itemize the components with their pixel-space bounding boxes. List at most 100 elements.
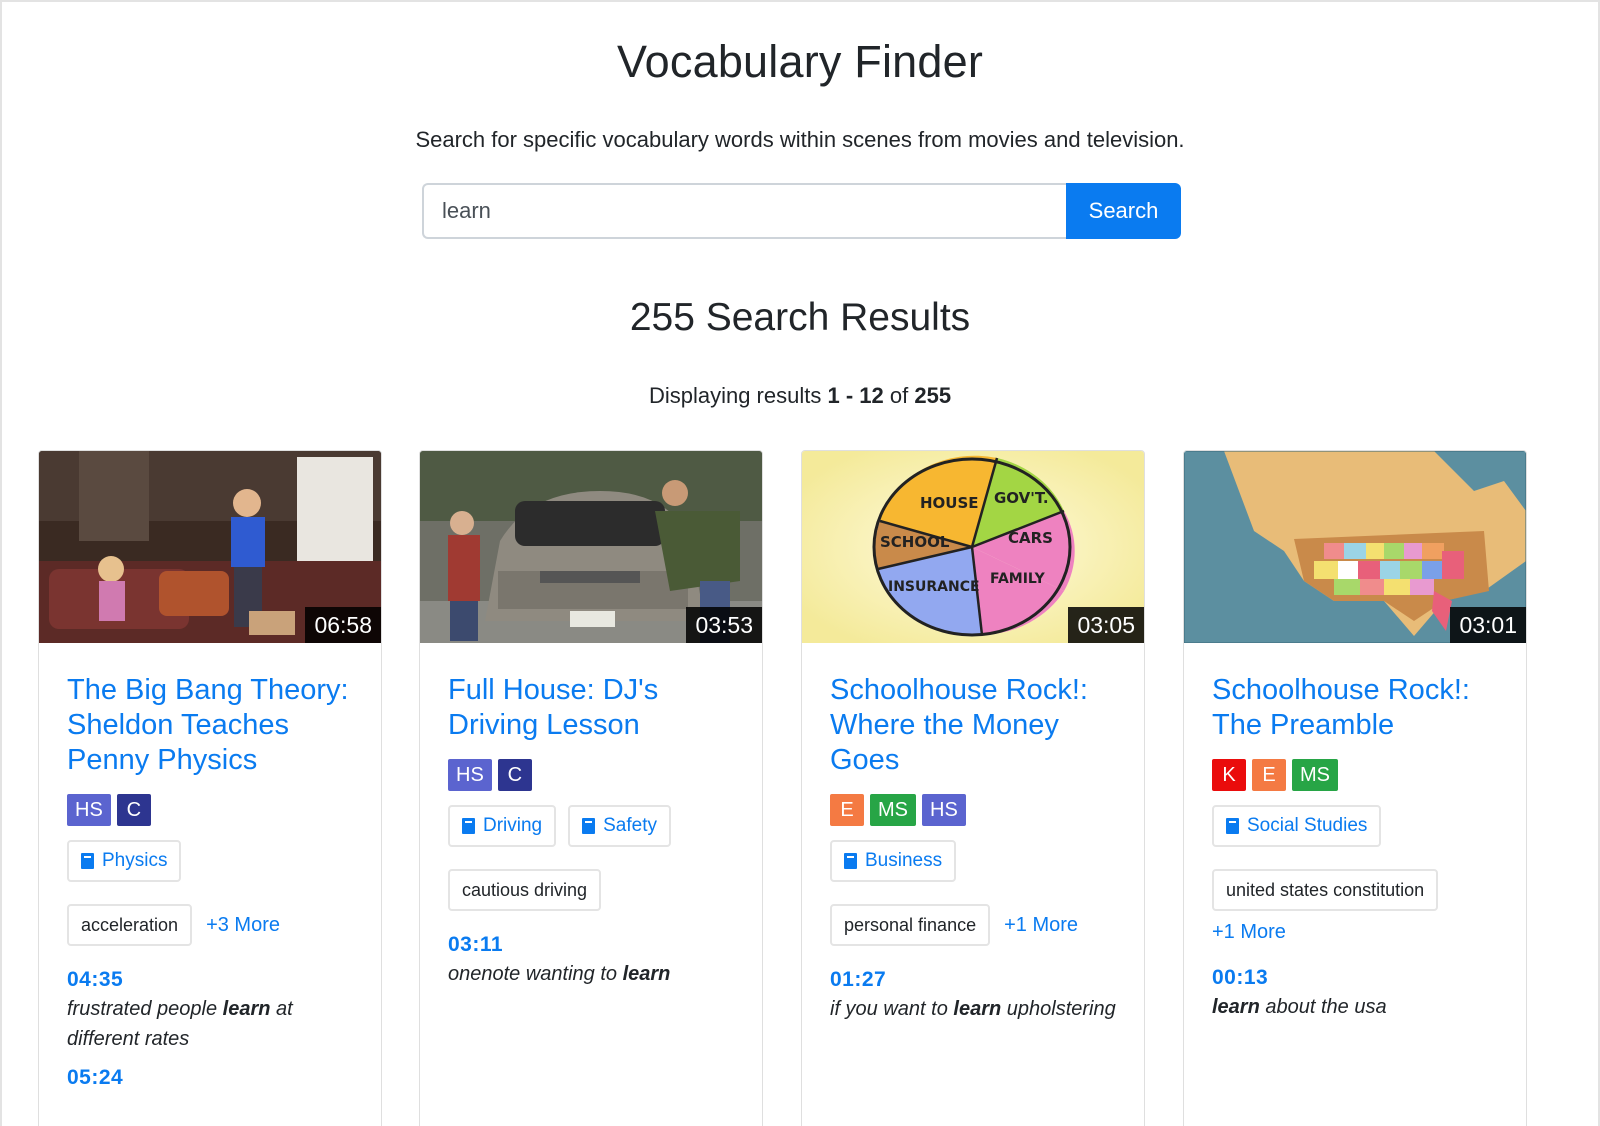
subject-label: Business — [865, 850, 943, 871]
book-icon — [462, 818, 475, 834]
level-badge-c: C — [116, 794, 151, 826]
subject-label: Driving — [483, 815, 543, 836]
level-badge-e: E — [1252, 759, 1286, 791]
pie-label: GOV'T. — [994, 489, 1049, 507]
video-duration: 03:01 — [1450, 607, 1526, 643]
results-range-start-end: 1 - 12 — [827, 383, 884, 408]
subject-tag-driving[interactable]: Driving — [448, 805, 557, 847]
subjects: Business — [830, 840, 1116, 882]
quote-keyword: learn — [1212, 996, 1260, 1018]
subject-tag-business[interactable]: Business — [830, 840, 957, 882]
topic-tag[interactable]: acceleration — [67, 904, 193, 946]
video-thumbnail[interactable]: 03:53 — [420, 451, 762, 643]
topic-tag[interactable]: united states constitution — [1212, 869, 1439, 911]
topic-tag[interactable]: cautious driving — [448, 869, 602, 911]
card-body: The Big Bang Theory: Sheldon Teaches Pen… — [39, 643, 381, 1090]
level-badge-e: E — [830, 794, 864, 826]
results-grid: 06:58 The Big Bang Theory: Sheldon Teach… — [0, 450, 1600, 1126]
match-quote: learn about the usa — [1212, 992, 1498, 1022]
card-body: Full House: DJ's Driving Lesson HS C Dri… — [420, 643, 762, 989]
level-badge-hs: HS — [448, 759, 492, 791]
pie-label: FAMILY — [990, 571, 1046, 587]
pie-label: HOUSE — [920, 494, 979, 512]
result-card: 03:01 Schoolhouse Rock!: The Preamble K … — [1183, 450, 1527, 1126]
subjects: Physics — [67, 840, 353, 882]
video-duration: 06:58 — [305, 607, 381, 643]
video-title-link[interactable]: Schoolhouse Rock!: Where the Money Goes — [830, 673, 1116, 778]
results-total: 255 — [914, 383, 952, 408]
pie-label: INSURANCE — [888, 579, 980, 595]
search-button[interactable]: Search — [1066, 183, 1181, 239]
quote-text: frustrated people — [67, 998, 223, 1020]
level-badge-c: C — [497, 759, 532, 791]
level-badge-ms: MS — [870, 794, 916, 826]
subject-label: Physics — [102, 850, 168, 871]
match-timestamp[interactable]: 03:11 — [448, 933, 734, 957]
word-match: 00:13 learn about the usa — [1212, 966, 1498, 1022]
video-title-link[interactable]: The Big Bang Theory: Sheldon Teaches Pen… — [67, 673, 353, 778]
book-icon — [582, 818, 596, 834]
pie-label: SCHOOL — [880, 533, 950, 551]
page-subtitle: Search for specific vocabulary words wit… — [415, 127, 1185, 152]
subject-tag-safety[interactable]: Safety — [568, 805, 671, 847]
search-bar: Search — [422, 183, 1181, 239]
quote-keyword: learn — [953, 998, 1002, 1020]
card-body: Schoolhouse Rock!: The Preamble K E MS S… — [1184, 643, 1526, 1022]
match-timestamp[interactable]: 05:24 — [67, 1066, 353, 1090]
topics: united states constitution +1 More — [1212, 869, 1498, 944]
match-quote: if you want to learn upholstering — [830, 994, 1116, 1024]
video-title-link[interactable]: Full House: DJ's Driving Lesson — [448, 673, 734, 743]
level-badge-ms: MS — [1292, 759, 1338, 791]
page-title: Vocabulary Finder — [616, 36, 984, 87]
subject-label: Safety — [603, 815, 657, 836]
match-timestamp[interactable]: 01:27 — [830, 968, 1116, 992]
video-thumbnail[interactable]: HOUSE GOV'T. SCHOOL CARS INSURANCE FAMIL… — [802, 451, 1144, 643]
match-quote: frustrated people learn at different rat… — [67, 994, 353, 1054]
grade-levels: HS C — [448, 759, 734, 791]
more-topics-link[interactable]: +1 More — [1212, 921, 1498, 944]
video-duration: 03:53 — [686, 607, 762, 643]
match-timestamp[interactable]: 04:35 — [67, 968, 353, 992]
results-heading: 255 Search Results — [629, 296, 971, 339]
pie-label: CARS — [1008, 529, 1053, 547]
video-thumbnail[interactable]: 03:01 — [1184, 451, 1526, 643]
topics: acceleration +3 More — [67, 904, 353, 946]
word-match: 04:35 frustrated people learn at differe… — [67, 968, 353, 1054]
word-matches: 04:35 frustrated people learn at differe… — [67, 968, 353, 1090]
book-icon — [844, 853, 857, 869]
quote-text: about the usa — [1259, 996, 1387, 1018]
results-range-prefix: Displaying results — [648, 383, 822, 408]
subjects: Driving Safety — [448, 805, 734, 847]
results-range-of: of — [889, 383, 909, 408]
grade-levels: E MS HS — [830, 794, 1116, 826]
quote-text: if you want to — [830, 998, 954, 1020]
subjects: Social Studies — [1212, 805, 1498, 847]
card-body: Schoolhouse Rock!: Where the Money Goes … — [802, 643, 1144, 1024]
match-timestamp[interactable]: 00:13 — [1212, 966, 1498, 990]
topics: personal finance +1 More — [830, 904, 1116, 946]
level-badge-hs: HS — [922, 794, 966, 826]
search-input[interactable] — [422, 183, 1066, 239]
level-badge-k: K — [1212, 759, 1246, 791]
subject-tag-social-studies[interactable]: Social Studies — [1212, 805, 1382, 847]
topic-tag[interactable]: personal finance — [830, 904, 991, 946]
result-card: HOUSE GOV'T. SCHOOL CARS INSURANCE FAMIL… — [801, 450, 1145, 1126]
quote-keyword: learn — [222, 998, 271, 1020]
subject-tag-physics[interactable]: Physics — [67, 840, 182, 882]
quote-text: onenote wanting to — [448, 963, 623, 985]
grade-levels: K E MS — [1212, 759, 1498, 791]
match-quote: onenote wanting to learn — [448, 959, 734, 989]
quote-keyword: learn — [622, 963, 671, 985]
more-topics-link[interactable]: +3 More — [206, 914, 280, 937]
video-duration: 03:05 — [1068, 607, 1144, 643]
subject-label: Social Studies — [1247, 815, 1368, 836]
book-icon — [1226, 818, 1239, 834]
video-title-link[interactable]: Schoolhouse Rock!: The Preamble — [1212, 673, 1498, 743]
book-icon — [81, 853, 94, 869]
video-thumbnail[interactable]: 06:58 — [39, 451, 381, 643]
topics: cautious driving — [448, 869, 734, 911]
word-matches: 01:27 if you want to learn upholstering — [830, 968, 1116, 1024]
grade-levels: HS C — [67, 794, 353, 826]
more-topics-link[interactable]: +1 More — [1004, 914, 1078, 937]
word-match: 01:27 if you want to learn upholstering — [830, 968, 1116, 1024]
